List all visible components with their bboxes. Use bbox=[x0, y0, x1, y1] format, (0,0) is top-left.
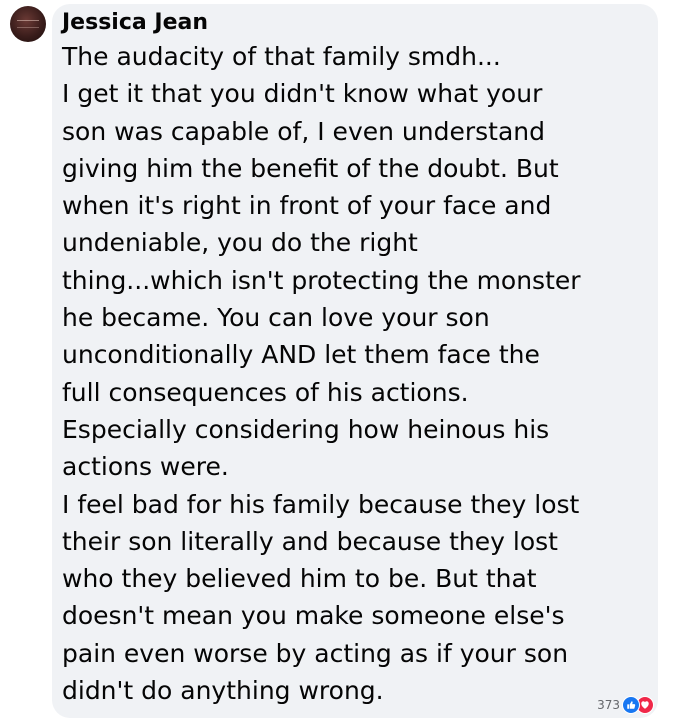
comment-line: their son literally and because they los… bbox=[62, 526, 558, 556]
comment-line: thing...which isn't protecting the monst… bbox=[62, 265, 581, 295]
comment-author-name[interactable]: Jessica Jean bbox=[62, 8, 648, 38]
comment-line: he became. You can love your son bbox=[62, 303, 490, 333]
comment-body: The audacity of that family smdh... I ge… bbox=[62, 38, 648, 709]
comment-line: I get it that you didn't know what your bbox=[62, 79, 543, 109]
reaction-count: 373 bbox=[597, 698, 620, 712]
comment-bubble: Jessica Jean The audacity of that family… bbox=[52, 4, 658, 718]
author-avatar[interactable] bbox=[10, 6, 46, 42]
comment-line: full consequences of his actions. bbox=[62, 377, 469, 407]
comment-line: son was capable of, I even understand bbox=[62, 116, 545, 146]
comment-line: giving him the benefit of the doubt. But bbox=[62, 153, 559, 183]
comment-line: The audacity of that family smdh... bbox=[62, 42, 501, 71]
comment-line: when it's right in front of your face an… bbox=[62, 191, 552, 221]
reaction-summary[interactable]: 373 bbox=[597, 696, 654, 714]
comment-line: actions were. bbox=[62, 452, 229, 482]
comment-line: Especially considering how heinous his bbox=[62, 414, 550, 444]
comment-line: who they believed him to be. But that bbox=[62, 564, 537, 594]
comment-line: unconditionally AND let them face the bbox=[62, 340, 540, 370]
comment-line: undeniable, you do the right bbox=[62, 228, 418, 258]
comment-line: I feel bad for his family because they l… bbox=[62, 489, 580, 519]
comment-line: didn't do anything wrong. bbox=[62, 676, 384, 706]
comment-line: doesn't mean you make someone else's bbox=[62, 601, 565, 631]
comment-line: pain even worse by acting as if your son bbox=[62, 638, 569, 668]
like-icon bbox=[622, 696, 640, 714]
